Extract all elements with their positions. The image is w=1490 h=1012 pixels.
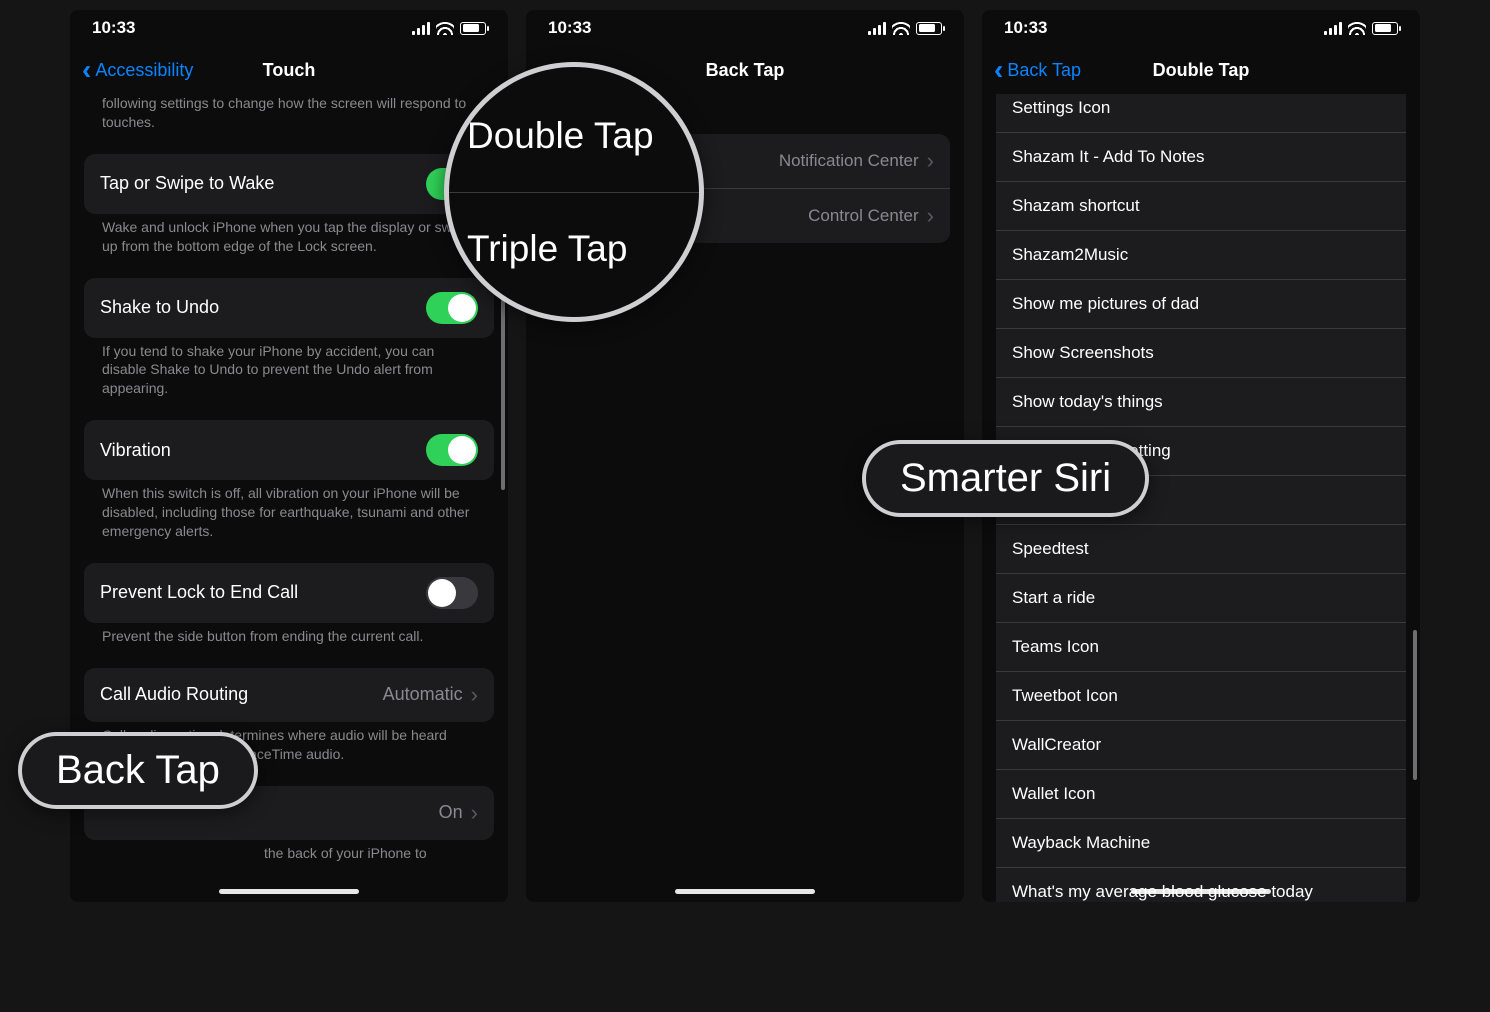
list-item[interactable]: Wayback Machine xyxy=(996,819,1406,868)
chevron-left-icon: ‹ xyxy=(82,62,91,79)
status-time: 10:33 xyxy=(548,18,591,38)
row-label: Shake to Undo xyxy=(100,297,219,318)
row-label: Call Audio Routing xyxy=(100,684,248,705)
list-item[interactable]: Teams Icon xyxy=(996,623,1406,672)
shake-to-undo-row[interactable]: Shake to Undo xyxy=(84,278,494,338)
back-label: Back Tap xyxy=(1007,60,1081,81)
row-value: Automatic xyxy=(383,684,463,705)
cellular-icon xyxy=(868,22,886,35)
scroll-indicator[interactable] xyxy=(1413,630,1417,780)
prevent-lock-toggle[interactable] xyxy=(426,577,478,609)
status-time: 10:33 xyxy=(92,18,135,38)
prevent-lock-footer: Prevent the side button from ending the … xyxy=(84,623,494,654)
row-value: Notification Center xyxy=(779,151,919,171)
battery-icon xyxy=(916,22,942,35)
vibration-footer: When this switch is off, all vibration o… xyxy=(84,480,494,549)
callout-back-tap: Back Tap xyxy=(18,732,258,809)
status-bar: 10:33 xyxy=(982,10,1420,46)
shake-undo-toggle[interactable] xyxy=(426,292,478,324)
back-button[interactable]: ‹ Accessibility xyxy=(82,60,193,81)
cellular-icon xyxy=(412,22,430,35)
list-item[interactable]: WallCreator xyxy=(996,721,1406,770)
list-item[interactable]: Start a ride xyxy=(996,574,1406,623)
list-item[interactable]: Show me pictures of dad xyxy=(996,280,1406,329)
list-item[interactable]: Shazam It - Add To Notes xyxy=(996,133,1406,182)
status-time: 10:33 xyxy=(1004,18,1047,38)
row-value: On xyxy=(439,802,463,823)
chevron-right-icon: › xyxy=(471,800,478,826)
wifi-icon xyxy=(1348,22,1366,35)
list-item[interactable]: Shazam shortcut xyxy=(996,182,1406,231)
back-label: Accessibility xyxy=(95,60,193,81)
prevent-lock-row[interactable]: Prevent Lock to End Call xyxy=(84,563,494,623)
callout-smarter-siri: Smarter Siri xyxy=(862,440,1149,517)
status-bar: 10:33 xyxy=(70,10,508,46)
home-indicator[interactable] xyxy=(1131,889,1271,894)
list-item[interactable]: Show Screenshots xyxy=(996,329,1406,378)
chevron-right-icon: › xyxy=(927,203,934,229)
chevron-left-icon: ‹ xyxy=(994,62,1003,79)
chevron-right-icon: › xyxy=(471,682,478,708)
cellular-icon xyxy=(1324,22,1342,35)
shake-undo-footer: If you tend to shake your iPhone by acci… xyxy=(84,338,494,407)
battery-icon xyxy=(1372,22,1398,35)
battery-icon xyxy=(460,22,486,35)
status-bar: 10:33 xyxy=(526,10,964,46)
row-label: Vibration xyxy=(100,440,171,461)
row-label: Tap or Swipe to Wake xyxy=(100,173,274,194)
row-label: Prevent Lock to End Call xyxy=(100,582,298,603)
callout-double-tap-label: Double Tap xyxy=(467,111,681,161)
list-item[interactable]: Settings Icon xyxy=(996,94,1406,133)
callout-triple-tap-label: Triple Tap xyxy=(467,224,681,274)
home-indicator[interactable] xyxy=(675,889,815,894)
nav-bar: ‹ Accessibility Touch xyxy=(70,46,508,94)
nav-bar: ‹ Back Tap Double Tap xyxy=(982,46,1420,94)
vibration-toggle[interactable] xyxy=(426,434,478,466)
list-item[interactable]: Speedtest xyxy=(996,525,1406,574)
row-value: Control Center xyxy=(808,206,919,226)
wifi-icon xyxy=(892,22,910,35)
list-item[interactable]: Wallet Icon xyxy=(996,770,1406,819)
back-tap-footer: the back of your iPhone to xyxy=(84,840,494,871)
tap-or-swipe-to-wake-row[interactable]: Tap or Swipe to Wake xyxy=(84,154,494,214)
callout-double-triple-tap: Double Tap Triple Tap xyxy=(444,62,704,322)
wifi-icon xyxy=(436,22,454,35)
list-item[interactable]: Tweetbot Icon xyxy=(996,672,1406,721)
back-button[interactable]: ‹ Back Tap xyxy=(994,60,1081,81)
list-item[interactable]: Shazam2Music xyxy=(996,231,1406,280)
call-audio-routing-row[interactable]: Call Audio Routing Automatic › xyxy=(84,668,494,722)
list-item[interactable]: What's my average blood glucose today xyxy=(996,868,1406,902)
chevron-right-icon: › xyxy=(927,148,934,174)
tap-wake-footer: Wake and unlock iPhone when you tap the … xyxy=(84,214,494,264)
list-item[interactable]: Show today's things xyxy=(996,378,1406,427)
vibration-row[interactable]: Vibration xyxy=(84,420,494,480)
home-indicator[interactable] xyxy=(219,889,359,894)
intro-footer: following settings to change how the scr… xyxy=(84,94,494,140)
